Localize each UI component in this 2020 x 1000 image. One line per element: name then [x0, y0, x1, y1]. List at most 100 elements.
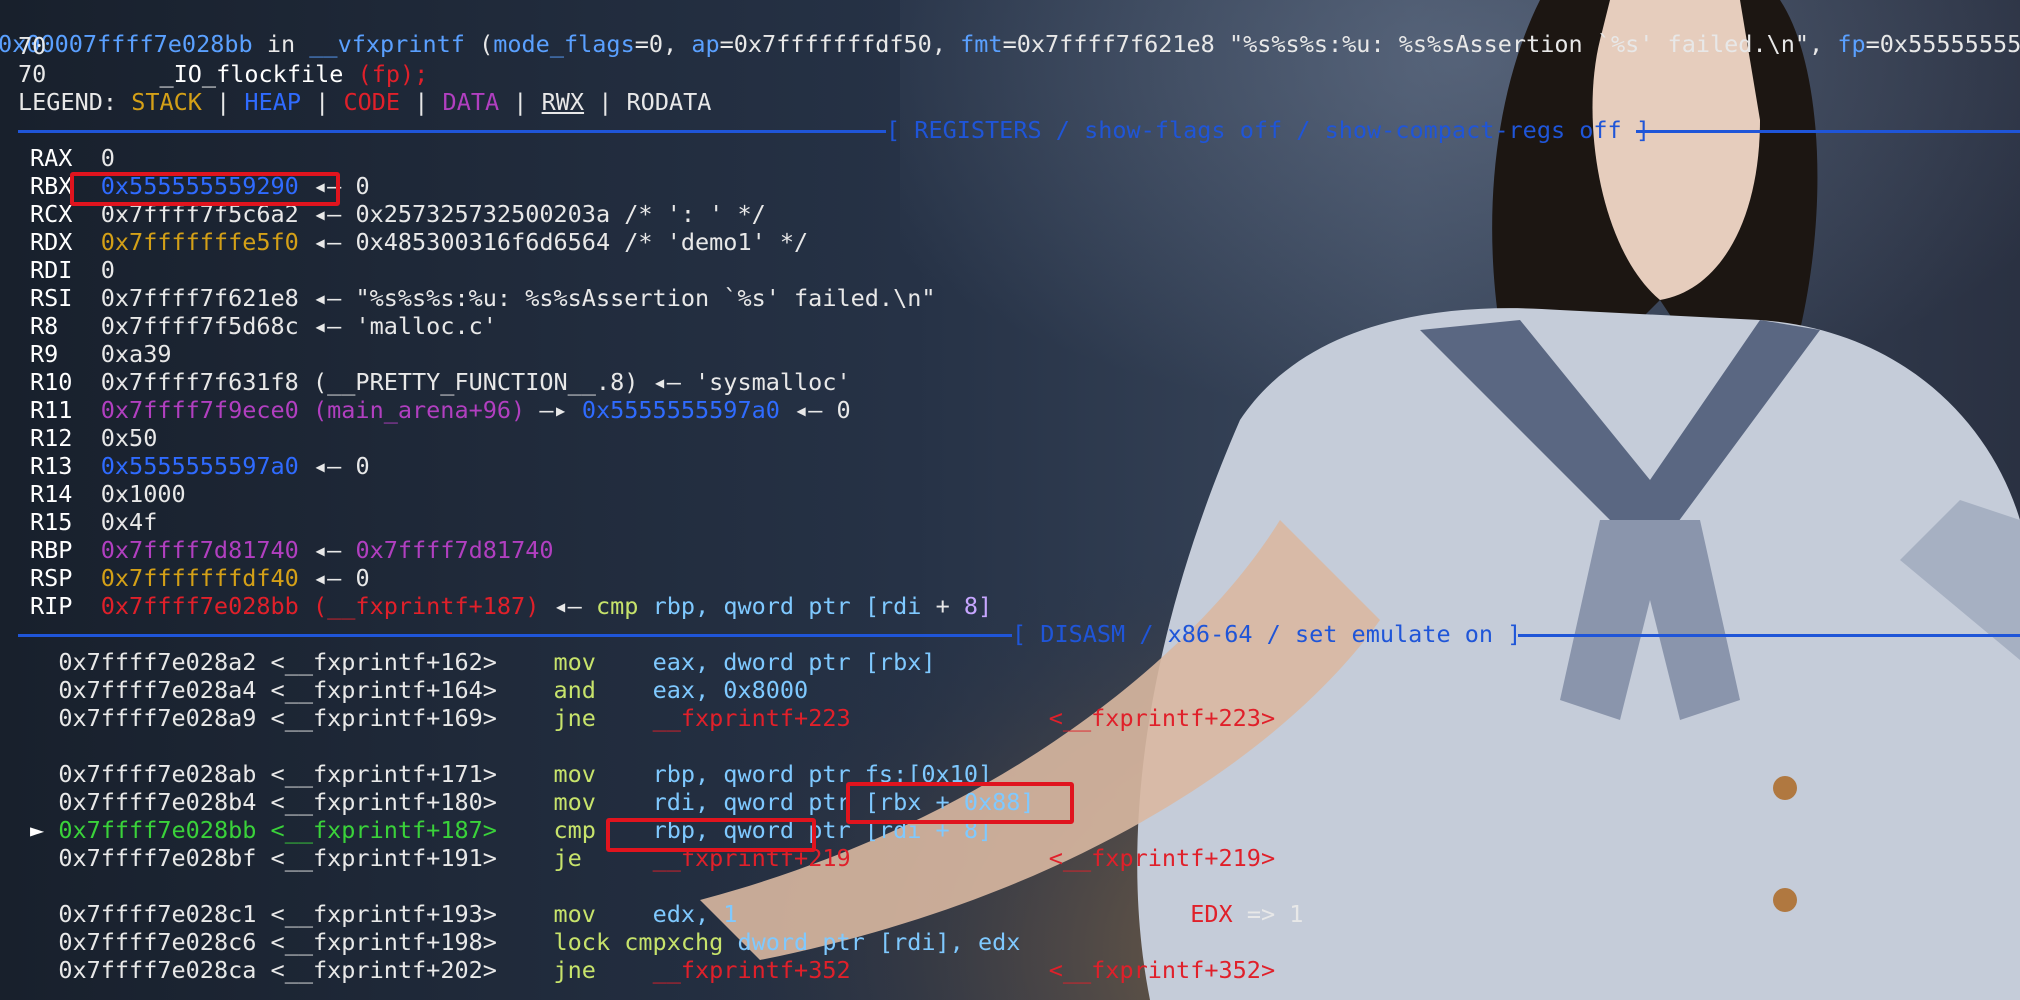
instruction-operand: 8] [963, 592, 993, 620]
instruction-mnemonic: and [553, 676, 596, 704]
frame-in: in [266, 30, 296, 58]
instruction-symbol: <__fxprintf+193> [270, 900, 497, 928]
source-line: 70 _IO_flockfile (fp); [18, 60, 428, 88]
arg-name: fp [1837, 30, 1866, 58]
registers-header: [ REGISTERS / show-flags off / show-comp… [886, 116, 1651, 144]
register-row: RIP 0x7ffff7e028bb (__fxprintf+187) ◂— c… [30, 592, 992, 620]
register-name: RAX [30, 144, 73, 172]
instruction-mnemonic: jne [553, 956, 596, 984]
instruction-mnemonic: mov [553, 900, 596, 928]
legend-data: DATA [442, 88, 500, 116]
legend-rwx: RWX [541, 88, 585, 116]
register-row: RBP 0x7ffff7d81740 ◂— 0x7ffff7d81740 [30, 536, 554, 564]
arg-name: fmt [960, 30, 1003, 58]
instruction-address: 0x7ffff7e028ca [58, 956, 257, 984]
instruction-address: 0x7ffff7e028a4 [58, 676, 257, 704]
register-value: 0x7ffff7f631f8 (__PRETTY_FUNCTION__.8) [100, 368, 639, 396]
disasm-header: [ DISASM / x86-64 / set emulate on ] [1012, 620, 1522, 648]
register-deref: 0x257325732500203a /* ': ' */ [355, 200, 766, 228]
disasm-separator-right [1518, 634, 2020, 637]
arg-value: =0x7fffffffdf50, [719, 30, 961, 58]
instruction-mnemonic: mov [553, 760, 596, 788]
register-name: RSI [30, 284, 73, 312]
register-row: RDI 0 [30, 256, 115, 284]
register-value: 0x7ffff7f5d68c [100, 312, 299, 340]
arg-name: ap [691, 30, 720, 58]
highlight-rbp-qword-operand [606, 818, 816, 852]
disasm-row: 0x7ffff7e028c1 <__fxprintf+193> mov edx,… [30, 900, 1303, 928]
arg-name: mode_flags [493, 30, 635, 58]
instruction-operand: rbp, [652, 592, 710, 620]
register-arrow: ◂— [312, 312, 342, 340]
instruction-symbol: <__fxprintf+171> [270, 760, 497, 788]
registers-separator-right [1636, 130, 2020, 133]
instruction-symbol: <__fxprintf+187> [270, 816, 497, 844]
legend: LEGEND: STACK | HEAP | CODE | DATA | RWX… [18, 88, 711, 116]
register-deref: 0x5555555597a0 [581, 396, 780, 424]
register-value: 0x7ffff7d81740 [100, 536, 299, 564]
instruction-operands: dword ptr [rdi], edx [737, 928, 1021, 956]
instruction-operands: eax, dword ptr [rbx] [652, 648, 936, 676]
legend-code: CODE [343, 88, 401, 116]
register-name: R12 [30, 424, 73, 452]
register-value: 0x7ffff7f621e8 [100, 284, 299, 312]
instruction-address: 0x7ffff7e028c1 [58, 900, 257, 928]
instruction-operands: edx, 1 [652, 900, 738, 928]
frame-paren: ( [479, 30, 494, 58]
instruction-operands: eax, 0x8000 [652, 676, 809, 704]
register-value: 0x7fffffffdf40 [100, 564, 299, 592]
disasm-row: 0x7ffff7e028ca <__fxprintf+202> jne __fx… [30, 956, 1275, 984]
register-value: 0x1000 [100, 480, 186, 508]
instruction-symbol: <__fxprintf+180> [270, 788, 497, 816]
register-arrow: —▸ [539, 396, 568, 424]
register-name: RDX [30, 228, 73, 256]
register-deref: 0 [355, 172, 370, 200]
register-name: RBP [30, 536, 73, 564]
legend-rodata: RODATA [626, 88, 712, 116]
register-row: R13 0x5555555597a0 ◂— 0 [30, 452, 370, 480]
register-arrow: ◂— [312, 536, 342, 564]
highlight-rbx-value [70, 172, 340, 206]
instruction-address: 0x7ffff7e028c6 [58, 928, 257, 956]
register-name: RSP [30, 564, 73, 592]
instruction-operand: qword ptr [723, 592, 851, 620]
register-value: 0x4f [100, 508, 158, 536]
register-deref: 0 [355, 452, 370, 480]
instruction-symbol: <__fxprintf+191> [270, 844, 497, 872]
register-arrow: ◂— [652, 368, 681, 396]
instruction-symbol: <__fxprintf+162> [270, 648, 497, 676]
highlight-rbx-offset-operand [846, 782, 1074, 824]
legend-separator: | [414, 88, 429, 116]
instruction-symbol: <__fxprintf+202> [270, 956, 497, 984]
jump-target: <__fxprintf+223> [1048, 704, 1276, 732]
instruction-mnemonic: mov [553, 788, 596, 816]
register-value: 0 [100, 256, 115, 284]
register-value: 0xa39 [100, 340, 172, 368]
register-value: 0x7fffffffe5f0 [100, 228, 299, 256]
instruction-operand: + [935, 592, 950, 620]
register-value: 0x50 [100, 424, 158, 452]
disasm-row: 0x7ffff7e028a9 <__fxprintf+169> jne __fx… [30, 704, 1275, 732]
register-name: R13 [30, 452, 73, 480]
register-deref: 0 [836, 396, 851, 424]
register-arrow: ◂— [312, 228, 342, 256]
instruction-symbol: <__fxprintf+198> [270, 928, 497, 956]
current-instruction-marker: ► [30, 816, 45, 844]
instruction-mnemonic: cmp [595, 592, 639, 620]
register-row: R11 0x7ffff7f9ece0 (main_arena+96) —▸ 0x… [30, 396, 851, 424]
register-value: 0x7ffff7e028bb (__fxprintf+187) [100, 592, 540, 620]
legend-separator: | [598, 88, 613, 116]
instruction-operands: __fxprintf+352 [652, 956, 851, 984]
legend-separator: | [315, 88, 330, 116]
register-name: R11 [30, 396, 73, 424]
jump-target: <__fxprintf+352> [1048, 956, 1276, 984]
disasm-row: 0x7ffff7e028a2 <__fxprintf+162> mov eax,… [30, 648, 936, 676]
register-deref: 'sysmalloc' [695, 368, 851, 396]
register-deref: 0 [355, 564, 370, 592]
register-arrow: ◂— [312, 284, 342, 312]
legend-heap: HEAP [244, 88, 302, 116]
emulation-result: => 1 [1246, 900, 1304, 928]
register-row: RSP 0x7fffffffdf40 ◂— 0 [30, 564, 370, 592]
legend-stack: STACK [131, 88, 202, 116]
instruction-address: 0x7ffff7e028bf [58, 844, 257, 872]
